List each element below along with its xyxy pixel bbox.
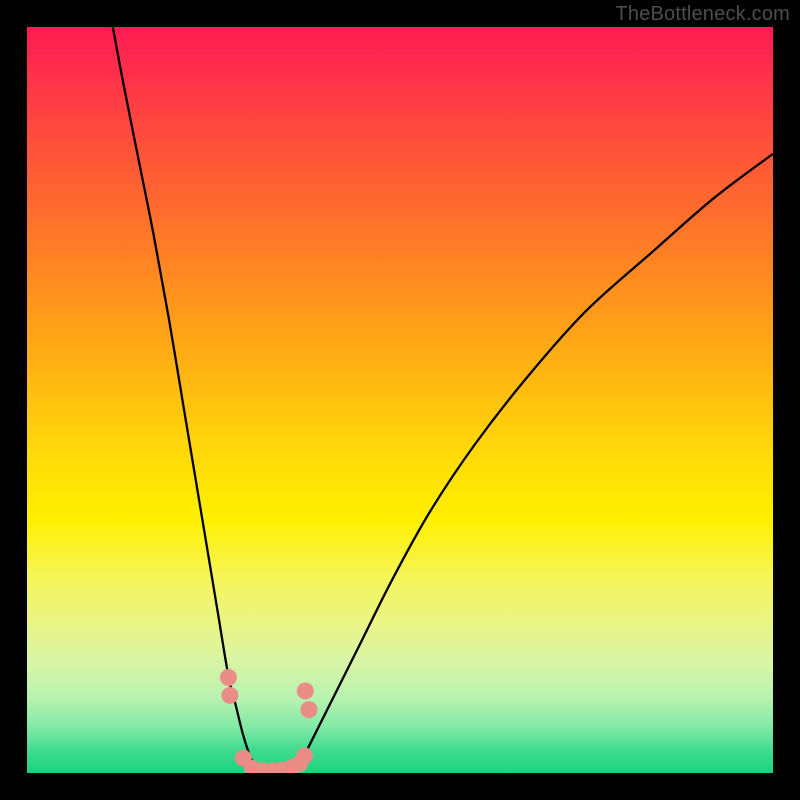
valley-marker [221, 687, 238, 704]
right-curve-path [296, 154, 773, 773]
valley-marker [220, 669, 237, 686]
valley-markers-group [220, 669, 318, 773]
left-curve-path [113, 27, 258, 773]
plot-area [27, 27, 773, 773]
valley-marker [297, 682, 314, 699]
valley-marker [296, 747, 313, 764]
valley-marker [300, 701, 317, 718]
chart-svg [27, 27, 773, 773]
chart-frame: TheBottleneck.com [0, 0, 800, 800]
watermark-text: TheBottleneck.com [615, 3, 790, 26]
